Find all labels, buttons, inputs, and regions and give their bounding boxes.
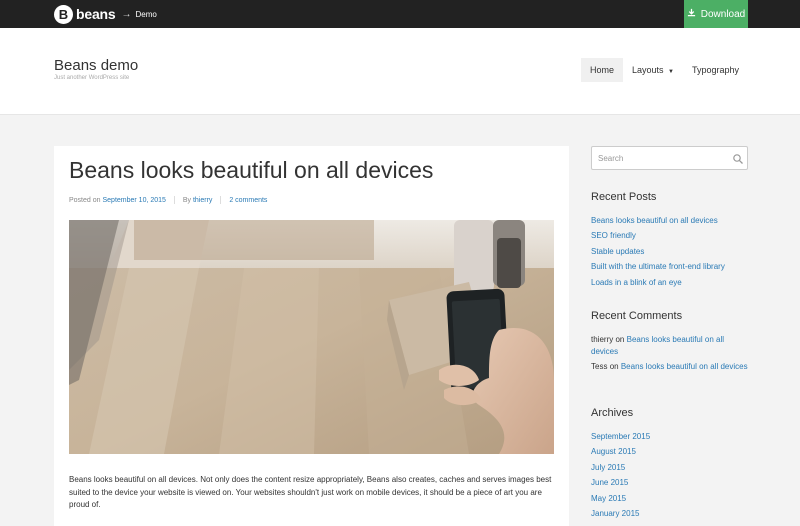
archives-title: Archives <box>591 407 634 419</box>
search-input[interactable] <box>592 147 738 169</box>
comment-author: thierry <box>591 335 614 344</box>
nav-item-home[interactable]: Home <box>580 58 623 82</box>
meta-divider <box>173 196 175 204</box>
archive-link[interactable]: June 2015 <box>591 478 628 487</box>
list-item: thierry on Beans looks beautiful on all … <box>591 334 751 358</box>
list-item: Loads in a blink of an eye <box>591 275 751 290</box>
archive-link[interactable]: July 2015 <box>591 463 625 472</box>
recent-post-link[interactable]: SEO friendly <box>591 231 636 240</box>
post-author-link[interactable]: thierry <box>193 197 212 204</box>
beans-logo-word: beans <box>76 6 116 22</box>
nav-item-layouts[interactable]: Layouts ▼ <box>623 58 683 82</box>
logo-demo-label: Demo <box>135 9 157 19</box>
caret-down-icon: ▼ <box>668 69 674 75</box>
list-item: Built with the ultimate front-end librar… <box>591 259 751 274</box>
post-date-link[interactable]: September 10, 2015 <box>102 197 165 204</box>
list-item: June 2015 <box>591 475 751 490</box>
list-item: September 2015 <box>591 429 751 444</box>
post-excerpt: Beans looks beautiful on all devices. No… <box>69 475 552 509</box>
by-label: By <box>182 196 191 204</box>
archive-link[interactable]: January 2015 <box>591 509 639 518</box>
list-item: May 2015 <box>591 491 751 506</box>
featured-image-illustration <box>69 220 554 454</box>
list-item: July 2015 <box>591 460 751 475</box>
nav-item-label: Home <box>589 65 614 75</box>
top-bar: B beans → Demo Download <box>0 0 800 28</box>
search-icon[interactable] <box>732 152 744 164</box>
list-item: SEO friendly <box>591 228 751 243</box>
site-header: Beans demo Just another WordPress site H… <box>0 28 800 115</box>
nav-item-typography[interactable]: Typography <box>683 58 748 82</box>
recent-post-link[interactable]: Beans looks beautiful on all devices <box>591 216 718 225</box>
list-item: August 2015 <box>591 444 751 459</box>
archives-list: September 2015 August 2015 July 2015 Jun… <box>591 429 751 521</box>
post-card: Beans looks beautiful on all devices Pos… <box>54 146 569 526</box>
recent-post-link[interactable]: Stable updates <box>591 247 644 256</box>
recent-posts-title: Recent Posts <box>591 191 657 203</box>
nav-item-label: Layouts <box>631 65 664 75</box>
nav-item-label: Typography <box>691 65 739 75</box>
main-nav: Home Layouts ▼ Typography <box>580 58 748 82</box>
comment-author: Tess <box>591 362 608 371</box>
archive-link[interactable]: August 2015 <box>591 447 636 456</box>
archive-link[interactable]: May 2015 <box>591 494 626 503</box>
list-item: January 2015 <box>591 506 751 521</box>
list-item: Stable updates <box>591 244 751 259</box>
list-item: Tess on Beans looks beautiful on all dev… <box>591 361 751 373</box>
post-title[interactable]: Beans looks beautiful on all devices <box>69 157 433 184</box>
recent-post-link[interactable]: Built with the ultimate front-end librar… <box>591 262 725 271</box>
featured-image[interactable] <box>69 220 554 454</box>
list-item: Beans looks beautiful on all devices <box>591 213 751 228</box>
meta-divider <box>220 196 222 204</box>
download-button[interactable]: Download <box>684 0 748 28</box>
recent-comments-list: thierry on Beans looks beautiful on all … <box>591 334 751 376</box>
site-title[interactable]: Beans demo <box>54 57 138 74</box>
recent-posts-list: Beans looks beautiful on all devices SEO… <box>591 213 751 290</box>
posted-on-label: Posted on <box>69 196 101 204</box>
search-widget <box>591 146 748 170</box>
download-icon <box>687 8 696 20</box>
archive-link[interactable]: September 2015 <box>591 432 650 441</box>
comment-on-label: on <box>609 362 619 371</box>
arrow-right-icon: → <box>121 8 132 20</box>
comment-on-label: on <box>615 335 625 344</box>
recent-comments-title: Recent Comments <box>591 310 683 322</box>
recent-post-link[interactable]: Loads in a blink of an eye <box>591 278 682 287</box>
beans-logo-mark: B <box>54 4 73 24</box>
download-label: Download <box>700 8 746 20</box>
post-comments-link[interactable]: 2 comments <box>229 197 267 204</box>
site-tagline: Just another WordPress site <box>54 75 130 81</box>
post-meta: Posted on September 10, 2015 By thierry … <box>69 196 267 204</box>
beans-logo[interactable]: B beans → Demo <box>54 4 157 24</box>
comment-post-link[interactable]: Beans looks beautiful on all devices <box>621 362 748 371</box>
